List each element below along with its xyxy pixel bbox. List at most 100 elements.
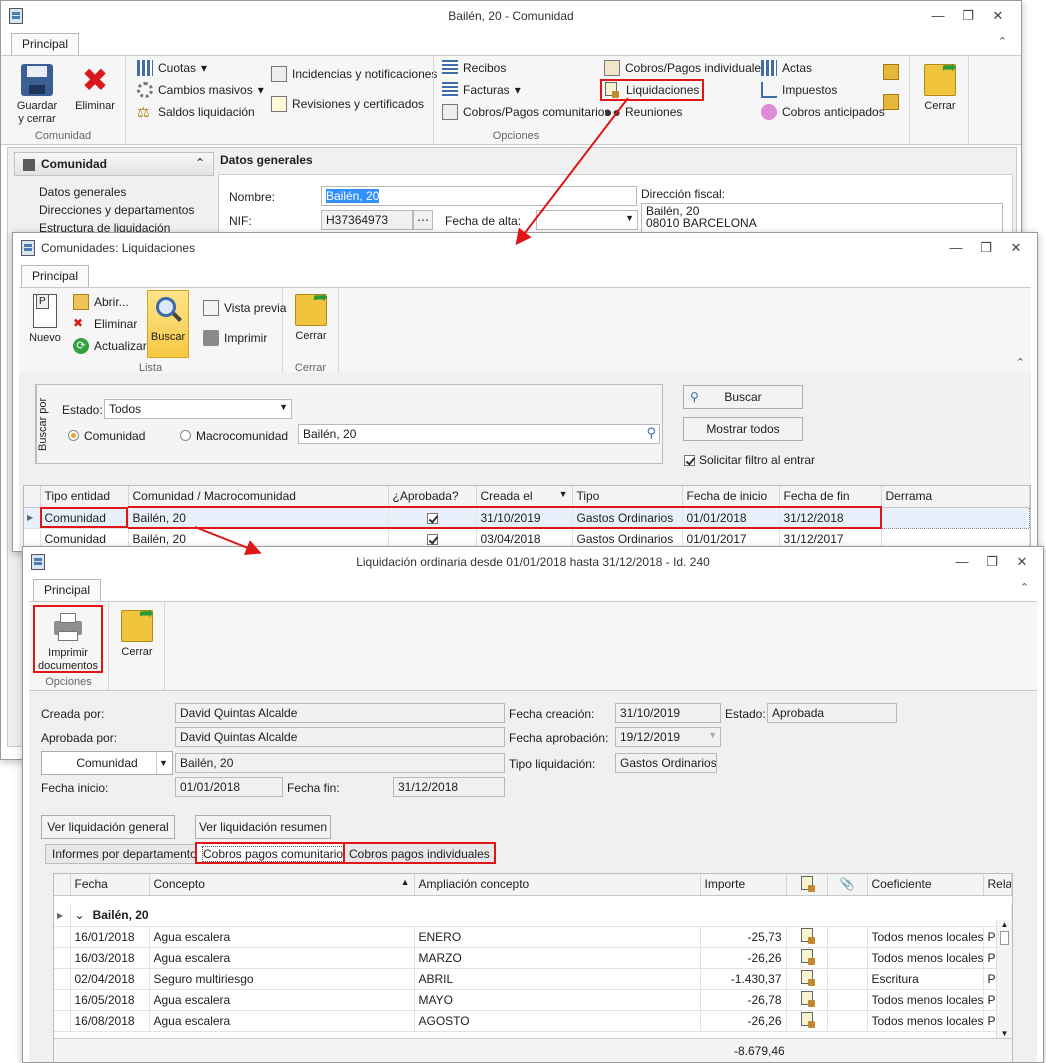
radio-macrocomunidad[interactable]: Macrocomunidad: [180, 429, 288, 443]
collapse-ribbon-icon[interactable]: ⌃: [1020, 581, 1029, 594]
table-row[interactable]: 16/08/2018 Agua escalera AGOSTO -26,26 Todos…: [54, 1010, 1012, 1032]
actas-button[interactable]: Actas: [761, 60, 812, 76]
dropdown-icon[interactable]: ▼: [625, 213, 634, 223]
col-concepto[interactable]: Concepto ▲: [149, 874, 415, 896]
revisiones-button[interactable]: Revisiones y certificados: [271, 96, 424, 112]
search-icon[interactable]: ⚲: [646, 425, 656, 441]
impuestos-button[interactable]: Impuestos: [761, 82, 837, 98]
reuniones-button[interactable]: ●● Reuniones: [604, 104, 682, 120]
col-comunidad[interactable]: Comunidad / Macrocomunidad: [128, 486, 389, 508]
estado-select[interactable]: Todos ▼: [104, 399, 292, 419]
extra-button-1[interactable]: [883, 64, 899, 80]
group-row[interactable]: ▶ ⌄ Bailén, 20: [54, 905, 1012, 927]
document-icon[interactable]: [800, 949, 815, 965]
tab-principal[interactable]: Principal: [11, 33, 80, 56]
close-icon[interactable]: ✕: [983, 7, 1013, 25]
close-icon[interactable]: ✕: [1007, 553, 1037, 571]
col-creada[interactable]: Creada el ▼: [476, 486, 573, 508]
col-importe[interactable]: Importe: [700, 874, 787, 896]
cobros-individuales-button[interactable]: Cobros/Pagos individuales: [604, 60, 767, 76]
table-row[interactable]: 02/04/2018 Seguro multiriesgo ABRIL -1.430,…: [54, 968, 1012, 990]
nav-item-direcciones[interactable]: Direcciones y departamentos: [39, 203, 194, 217]
table-row[interactable]: 16/03/2018 Agua escalera MARZO -26,26 Todos …: [54, 947, 1012, 969]
incidencias-button[interactable]: Incidencias y notificaciones: [271, 66, 437, 82]
cerrar-button[interactable]: ➦ Cerrar: [115, 604, 159, 659]
table-row[interactable]: ▶ Comunidad Bailén, 20 31/10/2019 Gastos…: [24, 506, 1030, 529]
expand-icon[interactable]: ⌄: [75, 908, 85, 922]
col-tipo-entidad[interactable]: Tipo entidad: [40, 486, 129, 508]
maximize-icon[interactable]: ❐: [953, 7, 983, 25]
tab-principal[interactable]: Principal: [33, 579, 102, 602]
maximize-icon[interactable]: ❐: [977, 553, 1007, 571]
mostrar-todos-button[interactable]: Mostrar todos: [683, 417, 803, 441]
col-adjunto[interactable]: 📎: [827, 874, 868, 896]
guardar-cerrar-button[interactable]: Guardar y cerrar: [13, 64, 61, 126]
cerrar-button[interactable]: ➦ Cerrar: [289, 288, 333, 343]
col-tipo[interactable]: Tipo: [572, 486, 683, 508]
collapse-ribbon-icon[interactable]: ⌃: [998, 35, 1007, 48]
ver-liquidacion-resumen-button[interactable]: Ver liquidación resumen: [195, 815, 331, 839]
saldos-liquidacion-button[interactable]: ⚖ Saldos liquidación: [137, 104, 255, 120]
cambios-masivos-button[interactable]: Cambios masivos ▾: [137, 82, 264, 98]
table-row[interactable]: 16/01/2018 Agua escalera ENERO -25,73 Todos …: [54, 926, 1012, 948]
tab-cobros-comunitarios[interactable]: Cobros pagos comunitarios: [195, 842, 358, 864]
col-derrama[interactable]: Derrama: [881, 486, 1030, 508]
extra-button-2[interactable]: [883, 94, 899, 110]
nav-item-datos-generales[interactable]: Datos generales: [39, 185, 126, 199]
col-documento[interactable]: [786, 874, 828, 896]
imprimir-documentos-button[interactable]: Imprimir documentos: [33, 605, 103, 673]
abrir-button[interactable]: Abrir...: [73, 294, 129, 310]
maximize-icon[interactable]: ❐: [971, 239, 1001, 257]
cobros-anticipados-button[interactable]: Cobros anticipados: [761, 104, 885, 120]
recibos-button[interactable]: Recibos: [442, 60, 506, 76]
minimize-icon[interactable]: —: [923, 7, 953, 25]
col-fecha-inicio[interactable]: Fecha de inicio: [682, 486, 780, 508]
buscar-button[interactable]: Buscar: [147, 290, 189, 358]
col-relacion[interactable]: Relac: [983, 874, 1012, 896]
fecha-alta-input[interactable]: ▼: [536, 210, 638, 230]
gear-icon: [137, 82, 153, 98]
close-icon[interactable]: ✕: [1001, 239, 1031, 257]
document-icon[interactable]: [800, 970, 815, 986]
col-fecha[interactable]: Fecha: [70, 874, 150, 896]
nif-input[interactable]: H37364973: [321, 210, 413, 230]
document-icon[interactable]: [800, 928, 815, 944]
collapse-ribbon-icon[interactable]: ⌃: [1016, 356, 1025, 369]
radio-comunidad[interactable]: Comunidad: [68, 429, 145, 443]
cobros-comunitarios-button[interactable]: Cobros/Pagos comunitarios: [442, 104, 610, 120]
buscar-filter-button[interactable]: ⚲ Buscar: [683, 385, 803, 409]
nuevo-button[interactable]: P Nuevo: [25, 294, 65, 345]
tab-cobros-individuales[interactable]: Cobros pagos individuales: [343, 842, 496, 864]
cerrar-button[interactable]: ➦ Cerrar: [916, 58, 964, 113]
eliminar-button[interactable]: ✖ Eliminar: [73, 316, 137, 332]
entidad-combo[interactable]: Comunidad ▼: [41, 751, 173, 775]
nav-header[interactable]: Comunidad ⌃: [14, 152, 214, 176]
tab-principal[interactable]: Principal: [21, 265, 90, 288]
liquidaciones-button[interactable]: Liquidaciones: [599, 79, 705, 101]
minimize-icon[interactable]: —: [947, 553, 977, 571]
table-row[interactable]: 16/05/2018 Agua escalera MAYO -26,78 Todos m…: [54, 989, 1012, 1011]
direccion-textarea[interactable]: Bailén, 20 08010 BARCELONA: [641, 203, 1003, 235]
minimize-icon[interactable]: —: [941, 239, 971, 257]
document-icon[interactable]: [800, 1012, 815, 1028]
nombre-input[interactable]: Bailén, 20: [321, 186, 637, 206]
eliminar-button[interactable]: ✖ Eliminar: [71, 64, 119, 113]
solicitar-filtro-checkbox[interactable]: Solicitar filtro al entrar: [684, 453, 815, 467]
aprobada-checkbox[interactable]: [388, 506, 477, 529]
imprimir-button[interactable]: Imprimir: [203, 330, 267, 346]
vista-previa-button[interactable]: Vista previa: [203, 300, 286, 316]
nif-lookup-button[interactable]: ⋯: [413, 210, 433, 230]
col-ampliacion[interactable]: Ampliación concepto: [414, 874, 701, 896]
ver-liquidacion-general-button[interactable]: Ver liquidación general: [41, 815, 175, 839]
cuotas-button[interactable]: Cuotas ▾: [137, 60, 207, 76]
dropdown-icon[interactable]: ▼: [279, 402, 288, 412]
vertical-scrollbar[interactable]: ▲ ▼: [996, 920, 1012, 1040]
tab-informes-departamento[interactable]: Informes por departamento: [45, 844, 204, 864]
search-input[interactable]: Bailén, 20 ⚲: [298, 424, 660, 444]
facturas-button[interactable]: Facturas ▾: [442, 82, 521, 98]
actualizar-button[interactable]: ⟳ Actualizar: [73, 338, 147, 354]
col-fecha-fin[interactable]: Fecha de fin: [779, 486, 882, 508]
document-icon[interactable]: [800, 991, 815, 1007]
col-coeficiente[interactable]: Coeficiente: [867, 874, 984, 896]
col-aprobada[interactable]: ¿Aprobada?: [388, 486, 477, 508]
